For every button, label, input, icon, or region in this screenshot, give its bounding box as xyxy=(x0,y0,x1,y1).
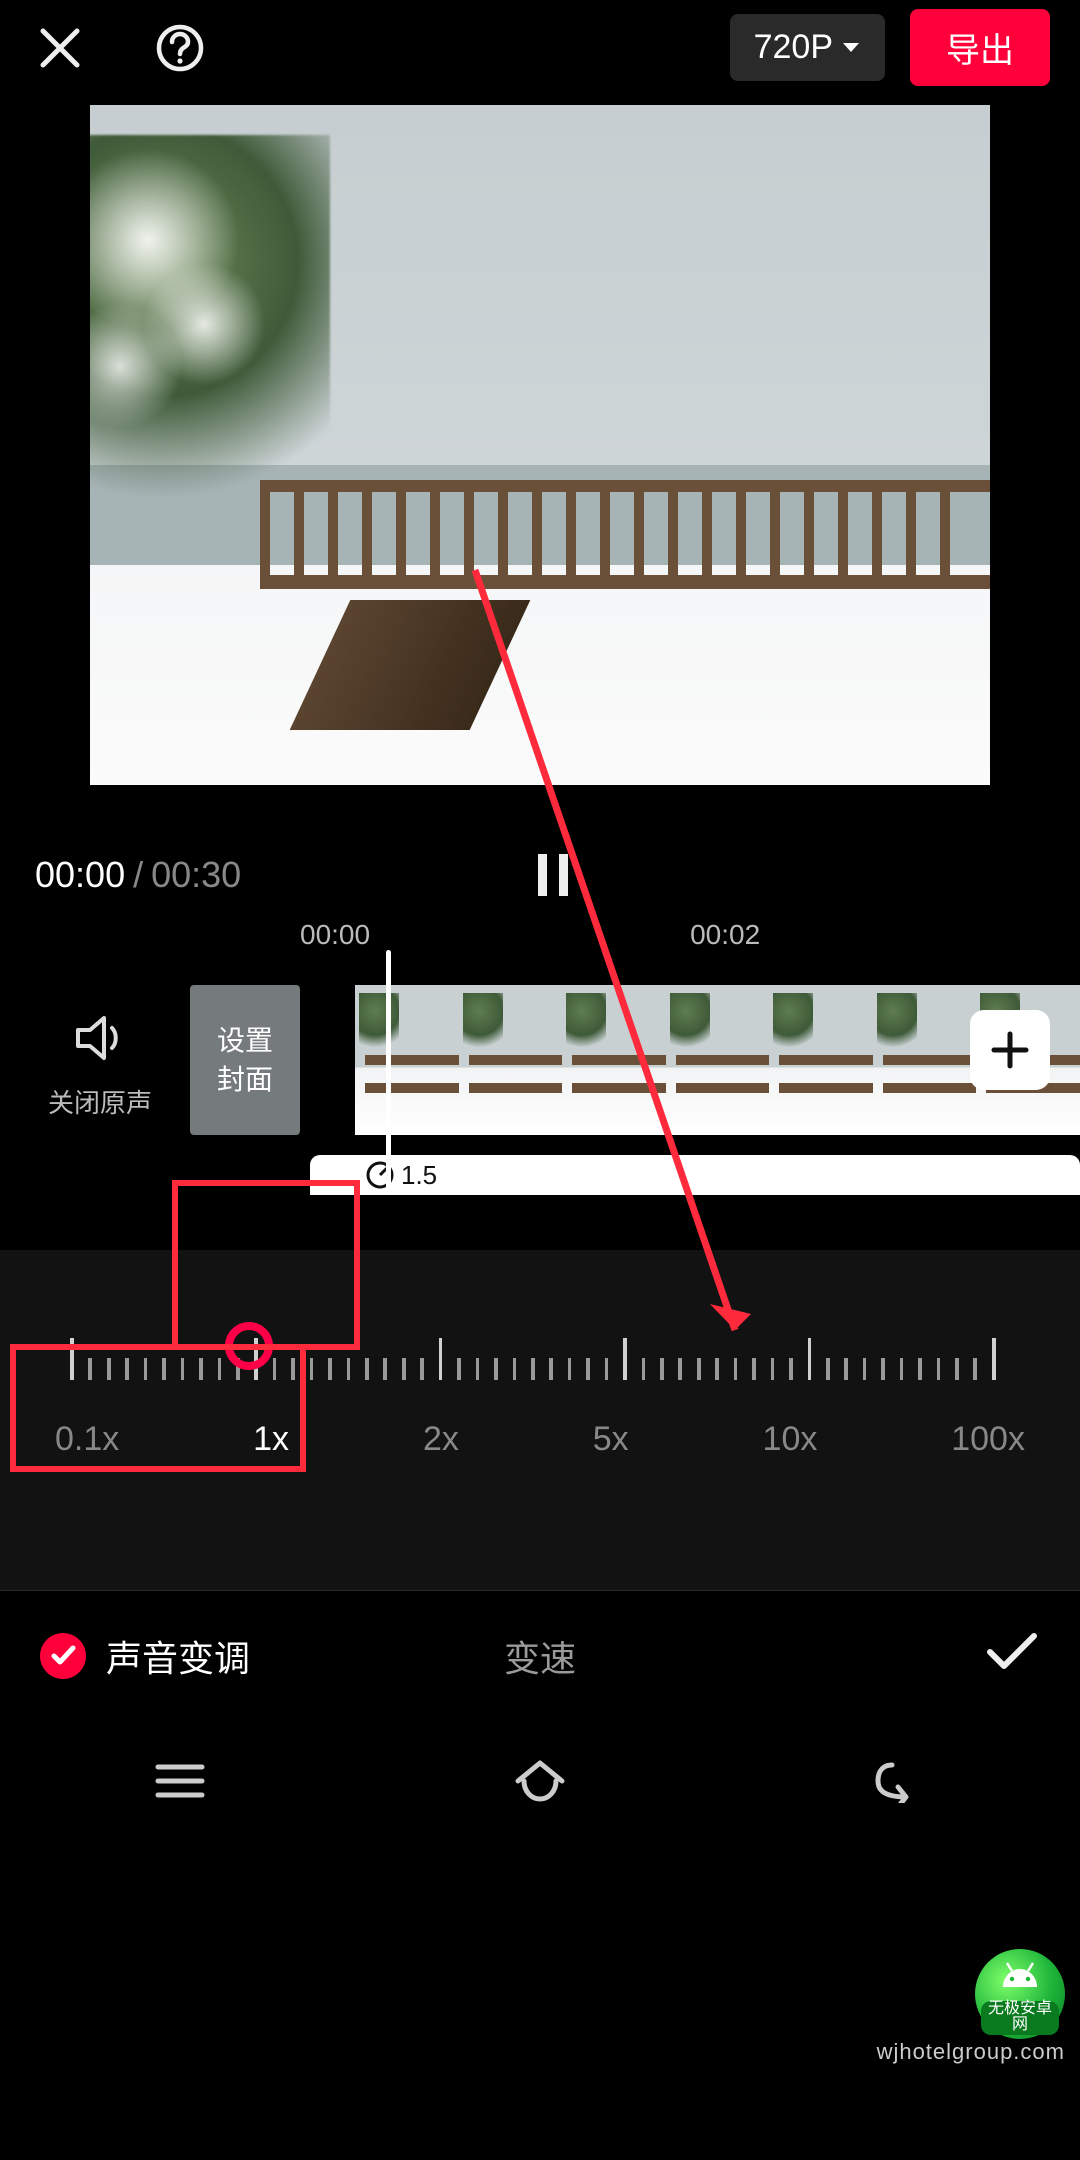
watermark-url: wjhotelgroup.com xyxy=(877,2039,1065,2065)
system-navbar xyxy=(0,1721,1080,1841)
nav-home-button[interactable] xyxy=(480,1757,600,1805)
bottom-bar: 声音变调 变速 xyxy=(0,1591,1080,1721)
speed-option[interactable]: 1x xyxy=(253,1420,289,1459)
help-icon xyxy=(155,23,205,73)
pitch-shift-toggle[interactable]: 声音变调 xyxy=(40,1630,250,1682)
time-separator: / xyxy=(133,854,143,896)
resolution-label: 720P xyxy=(754,28,833,67)
close-icon xyxy=(37,25,83,71)
home-icon xyxy=(510,1757,570,1805)
chevron-down-icon xyxy=(841,41,861,55)
clip-thumbnail[interactable] xyxy=(355,985,459,1135)
header-left xyxy=(30,18,210,78)
clip-thumbnail[interactable] xyxy=(873,985,977,1135)
speed-option[interactable]: 0.1x xyxy=(55,1420,119,1459)
speaker-icon xyxy=(72,1010,128,1066)
watermark-logo: 无极安卓网 xyxy=(975,1949,1065,2039)
clip-thumbnail[interactable] xyxy=(769,985,873,1135)
speed-option[interactable]: 2x xyxy=(423,1420,459,1459)
close-button[interactable] xyxy=(30,18,90,78)
resolution-dropdown[interactable]: 720P xyxy=(730,14,885,81)
nav-back-button[interactable] xyxy=(840,1759,960,1803)
nav-recent-button[interactable] xyxy=(120,1761,240,1801)
annotation-arrow xyxy=(455,560,775,1370)
confirm-button[interactable] xyxy=(984,1630,1040,1683)
speed-option[interactable]: 100x xyxy=(951,1420,1025,1459)
speed-option[interactable]: 10x xyxy=(763,1420,818,1459)
help-button[interactable] xyxy=(150,18,210,78)
menu-icon xyxy=(154,1761,206,1801)
android-icon xyxy=(997,1959,1043,1999)
mute-label: 关闭原声 xyxy=(40,1083,160,1120)
watermark: 无极安卓网 wjhotelgroup.com xyxy=(877,1949,1065,2065)
checkmark-badge xyxy=(40,1633,86,1679)
time-total: 00:30 xyxy=(151,854,241,896)
set-cover-button[interactable]: 设置 封面 xyxy=(190,985,300,1135)
check-icon xyxy=(49,1642,77,1670)
plus-icon xyxy=(990,1030,1030,1070)
ruler-mark: 00:00 xyxy=(300,919,370,951)
playhead[interactable] xyxy=(386,950,391,1190)
speed-labels: 0.1x 1x 2x 5x 10x 100x xyxy=(55,1420,1025,1459)
panel-title: 变速 xyxy=(504,1630,576,1682)
header: 720P 导出 xyxy=(0,0,1080,95)
slider-knob[interactable] xyxy=(225,1322,273,1370)
pitch-label: 声音变调 xyxy=(106,1630,250,1682)
time-current: 00:00 xyxy=(35,854,125,896)
add-clip-button[interactable] xyxy=(970,1010,1050,1090)
mute-original-button[interactable]: 关闭原声 xyxy=(40,1010,160,1120)
back-icon xyxy=(874,1759,926,1803)
header-right: 720P 导出 xyxy=(730,9,1050,86)
check-icon xyxy=(984,1630,1040,1674)
speed-option[interactable]: 5x xyxy=(593,1420,629,1459)
export-button[interactable]: 导出 xyxy=(910,9,1050,86)
